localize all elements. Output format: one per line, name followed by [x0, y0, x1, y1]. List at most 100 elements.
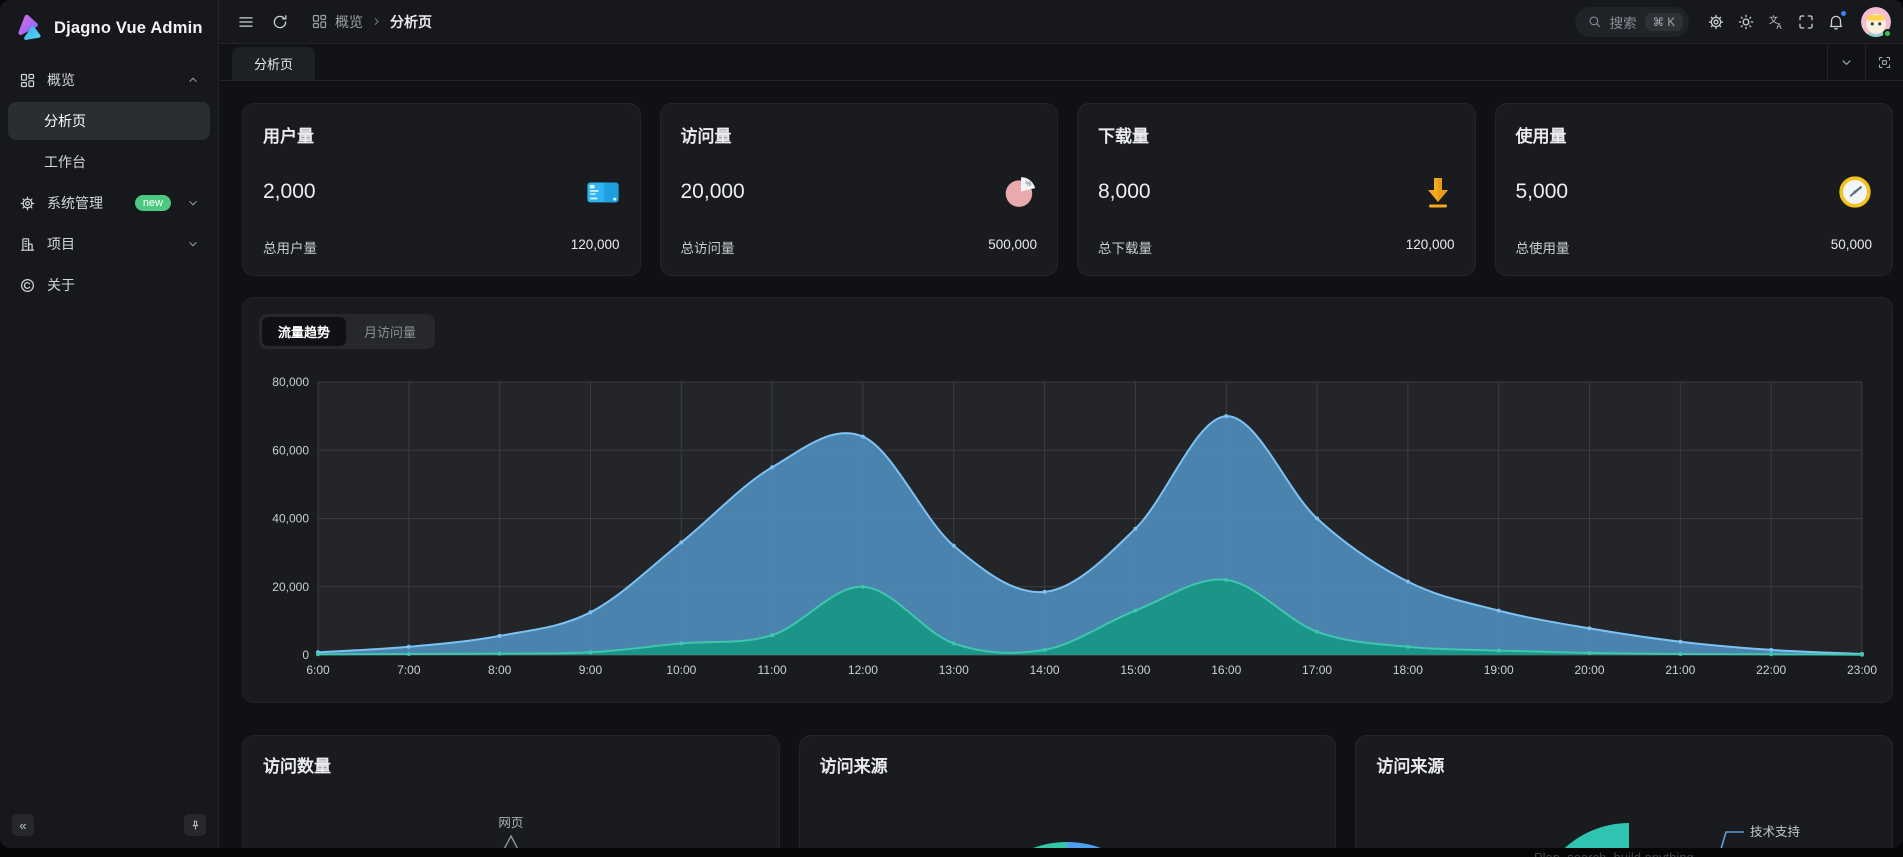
notification-dot [1840, 10, 1847, 17]
stat-card-3: 使用量5,000总使用量50,000 [1495, 103, 1894, 276]
bottom-card-0: 访问数量网页 [242, 735, 780, 848]
pin-icon [189, 819, 202, 832]
svg-text:19:00: 19:00 [1484, 663, 1514, 677]
sidebar-menu: 概览分析页工作台系统管理 new 项目关于 [0, 56, 218, 304]
stat-card-footer-label: 总用户量 [263, 237, 317, 257]
bottom-card-title: 访问来源 [820, 752, 1316, 777]
chart-tab-group: 流量趋势月访问量 [259, 314, 1876, 349]
stat-card-footer-value: 120,000 [1406, 237, 1455, 257]
translate-icon: 文A [1767, 13, 1785, 31]
sidebar-item-label: 系统管理 [47, 193, 124, 213]
stat-card-value: 2,000 [263, 180, 316, 204]
sidebar-item-label: 概览 [47, 70, 175, 90]
tab-bar: 分析页 [219, 44, 1903, 81]
menu-toggle-button[interactable] [231, 7, 261, 37]
header: 概览分析页 搜索 ⌘ K 文A [219, 0, 1903, 44]
tabs-menu-button[interactable] [1827, 44, 1865, 80]
sidebar-footer: « [12, 814, 206, 836]
sidebar-item-project[interactable]: 项目 [8, 225, 210, 263]
sidebar-item-analysis[interactable]: 分析页 [8, 102, 210, 140]
credit-card-icon [586, 175, 620, 209]
svg-text:9:00: 9:00 [579, 663, 603, 677]
main-area: 概览分析页 搜索 ⌘ K 文A 分析页 用户量 2,000 总用户量 120,000 [219, 0, 1903, 848]
svg-text:18:00: 18:00 [1393, 663, 1423, 677]
chevron-down-icon [186, 196, 200, 210]
menu-icon [237, 13, 255, 31]
bottom-card-title: 访问数量 [263, 752, 759, 777]
sidebar: Djagno Vue Admin 概览分析页工作台系统管理 new 项目关于 « [0, 0, 219, 848]
stat-card-0: 用户量2,000总用户量120,000 [242, 103, 641, 276]
svg-text:21:00: 21:00 [1665, 663, 1695, 677]
background-window: Plan, search, build anything [0, 848, 1903, 857]
settings-button[interactable] [1701, 7, 1731, 37]
chevron-up-icon [186, 73, 200, 87]
svg-text:8:00: 8:00 [488, 663, 512, 677]
search-input[interactable]: 搜索 ⌘ K [1575, 7, 1689, 37]
app-logo-icon [14, 13, 44, 43]
svg-text:17:00: 17:00 [1302, 663, 1332, 677]
svg-text:20:00: 20:00 [1575, 663, 1605, 677]
svg-text:12:00: 12:00 [848, 663, 878, 677]
pictorial-bar-chart [489, 832, 533, 848]
app-title: Djagno Vue Admin [54, 19, 203, 38]
stat-card-title: 下载量 [1098, 122, 1455, 147]
svg-text:6:00: 6:00 [306, 663, 330, 677]
svg-text:22:00: 22:00 [1756, 663, 1786, 677]
online-status-dot [1883, 29, 1892, 38]
stat-card-value: 8,000 [1098, 180, 1151, 204]
bottom-card-title: 访问来源 [1376, 752, 1872, 777]
breadcrumb-item[interactable]: 概览 [335, 12, 363, 32]
stat-card-value: 5,000 [1516, 180, 1569, 204]
stat-card-footer-value: 50,000 [1831, 237, 1872, 257]
stat-card-footer-label: 总访问量 [681, 237, 735, 257]
maximize-button[interactable] [1865, 44, 1903, 80]
language-button[interactable]: 文A [1761, 7, 1791, 37]
sidebar-item-label: 分析页 [44, 111, 200, 131]
traffic-chart-card: 流量趋势月访问量 020,00040,00060,00080,0006:007:… [242, 297, 1893, 703]
stat-card-title: 用户量 [263, 122, 620, 147]
pie-label: 技术支持 [1750, 824, 1800, 839]
sidebar-item-label: 关于 [47, 275, 200, 295]
bottom-card-2: 访问来源技术支持 [1355, 735, 1893, 848]
svg-text:15:00: 15:00 [1120, 663, 1150, 677]
svg-text:A: A [1776, 21, 1782, 30]
svg-text:16:00: 16:00 [1211, 663, 1241, 677]
user-avatar[interactable] [1861, 7, 1891, 37]
sidebar-item-label: 工作台 [44, 152, 200, 172]
pictorial-bar-label: 网页 [498, 812, 523, 831]
sidebar-pin-button[interactable] [184, 814, 206, 836]
sidebar-item-overview[interactable]: 概览 [8, 61, 210, 99]
sidebar-item-about[interactable]: 关于 [8, 266, 210, 304]
stat-card-title: 访问量 [681, 122, 1038, 147]
tab-bar-controls [1827, 44, 1903, 80]
svg-text:23:00: 23:00 [1847, 663, 1877, 677]
sidebar-item-system[interactable]: 系统管理 new [8, 184, 210, 222]
stat-card-2: 下载量 8,000 总下载量 120,000 [1077, 103, 1476, 276]
app-logo[interactable]: Djagno Vue Admin [0, 0, 218, 56]
refresh-icon [271, 13, 289, 31]
theme-button[interactable] [1731, 7, 1761, 37]
clock-icon [1838, 175, 1872, 209]
notifications-button[interactable] [1821, 7, 1851, 37]
sidebar-item-workbench[interactable]: 工作台 [8, 143, 210, 181]
dashboard-icon [311, 13, 328, 30]
dashboard-icon [19, 72, 36, 89]
chart-tab-1[interactable]: 月访问量 [348, 317, 432, 346]
svg-text:13:00: 13:00 [939, 663, 969, 677]
maximize-icon [1877, 55, 1892, 70]
fullscreen-icon [1797, 13, 1815, 31]
tab-analysis-page[interactable]: 分析页 [232, 47, 315, 80]
sidebar-collapse-button[interactable]: « [12, 814, 34, 836]
chevron-down-icon [1839, 55, 1854, 70]
stat-card-footer-label: 总下载量 [1098, 237, 1152, 257]
new-badge: new [135, 195, 171, 211]
page-content: 用户量2,000总用户量120,000访问量20,000%总访问量500,000… [219, 81, 1903, 848]
svg-text:14:00: 14:00 [1030, 663, 1060, 677]
svg-text:7:00: 7:00 [397, 663, 421, 677]
chart-tab-0[interactable]: 流量趋势 [262, 317, 346, 346]
traffic-area-chart[interactable]: 020,00040,00060,00080,0006:007:008:009:0… [259, 361, 1876, 683]
pie-chart [963, 842, 1171, 848]
svg-text:80,000: 80,000 [272, 375, 309, 389]
fullscreen-button[interactable] [1791, 7, 1821, 37]
refresh-button[interactable] [265, 7, 295, 37]
